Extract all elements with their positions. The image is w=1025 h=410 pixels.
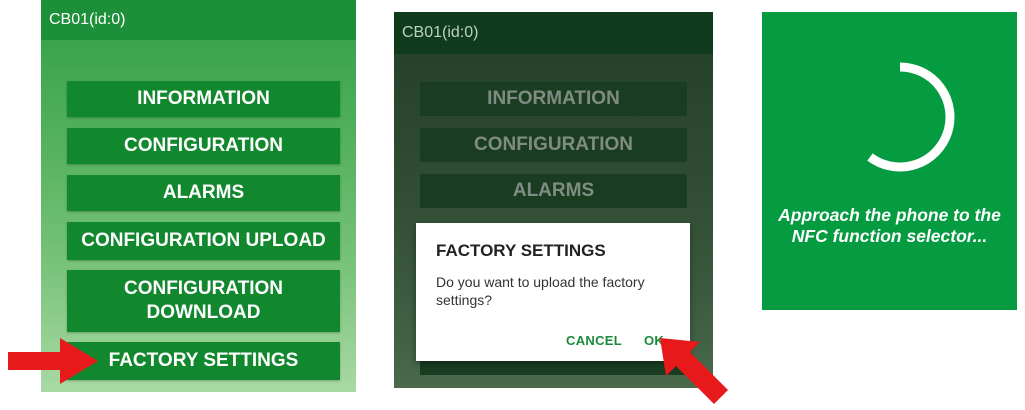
information-button-dimmed: INFORMATION [420, 82, 687, 116]
configuration-download-button[interactable]: CONFIGURATION DOWNLOAD [67, 270, 340, 332]
information-button[interactable]: INFORMATION [67, 81, 340, 117]
configuration-button[interactable]: CONFIGURATION [67, 128, 340, 164]
dialog-title: FACTORY SETTINGS [436, 241, 606, 260]
configuration-button-dimmed: CONFIGURATION [420, 128, 687, 162]
cancel-button[interactable]: CANCEL [566, 333, 622, 348]
dialog-message: Do you want to upload the factory settin… [436, 274, 645, 308]
loading-spinner-icon [867, 62, 955, 172]
app-bar-title: CB01(id:0) [41, 0, 356, 40]
alarms-button-dimmed: ALARMS [420, 174, 687, 208]
configuration-upload-button[interactable]: CONFIGURATION UPLOAD [67, 222, 340, 260]
screen-main-menu: CB01(id:0) INFORMATION CONFIGURATION ALA… [41, 0, 356, 392]
arrow-pointer-icon [660, 338, 728, 404]
nfc-instruction-text: Approach the phone to the NFC function s… [778, 205, 1001, 246]
app-bar-title-dimmed: CB01(id:0) [394, 12, 713, 54]
factory-settings-button[interactable]: FACTORY SETTINGS [67, 342, 340, 380]
screen-nfc-waiting: Approach the phone to the NFC function s… [762, 12, 1017, 310]
arrow-pointer-icon [8, 338, 98, 384]
factory-settings-dialog: FACTORY SETTINGS Do you want to upload t… [416, 223, 690, 361]
alarms-button[interactable]: ALARMS [67, 175, 340, 211]
